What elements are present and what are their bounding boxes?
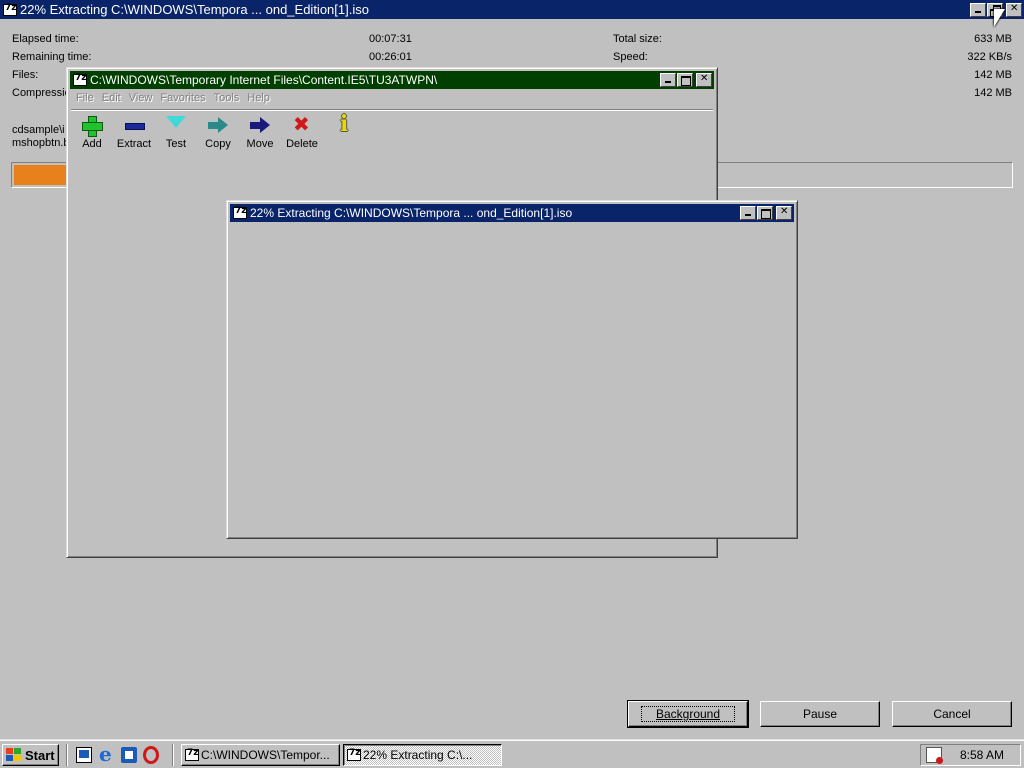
taskbar-item-label: C:\WINDOWS\Tempor... (201, 748, 330, 762)
move-button[interactable]: Move (239, 114, 281, 150)
test-icon (164, 114, 188, 136)
delete-icon (290, 112, 314, 136)
menu-bar: File Edit View Favorites Tools Help (73, 92, 275, 104)
copy-button[interactable]: Copy (197, 114, 239, 150)
taskbar: Start C:\WINDOWS\Tempor... 22% Extractin… (0, 740, 1024, 768)
system-tray: 8:58 AM (920, 744, 1021, 766)
menu-tools[interactable]: Tools (211, 92, 245, 104)
progress-dialog-window[interactable]: 22% Extracting C:\WINDOWS\Tempora ... on… (226, 200, 798, 539)
background-button-label: Background (640, 706, 736, 722)
current-file-line-2: mshopbtn.b (12, 137, 70, 149)
7zip-app-icon[interactable] (3, 3, 17, 16)
file-manager-titlebar[interactable]: C:\WINDOWS\Temporary Internet Files\Cont… (70, 71, 714, 89)
pause-button[interactable]: Pause (760, 701, 880, 727)
7zip-app-icon[interactable] (73, 73, 87, 86)
internet-explorer-icon[interactable] (98, 742, 114, 766)
move-label: Move (246, 138, 274, 150)
minimize-button[interactable] (740, 206, 756, 220)
maximize-button[interactable] (677, 73, 693, 87)
taskbar-separator (172, 744, 174, 766)
remaining-time-value: 00:26:01 (369, 51, 412, 63)
extract-icon (122, 114, 146, 136)
cancel-button[interactable]: Cancel (892, 701, 1012, 727)
files-value: 142 MB (974, 69, 1012, 81)
menu-edit[interactable]: Edit (99, 92, 126, 104)
clock[interactable]: 8:58 AM (960, 748, 1004, 762)
close-button[interactable] (696, 73, 712, 87)
start-button[interactable]: Start (2, 744, 59, 766)
progress-dialog-title: 22% Extracting C:\WINDOWS\Tempora ... on… (250, 206, 573, 220)
minimize-button[interactable] (660, 73, 676, 87)
copy-icon (206, 114, 230, 136)
current-file-line-1: cdsample\i (12, 124, 65, 136)
progress-dialog-titlebar[interactable]: 22% Extracting C:\WINDOWS\Tempora ... on… (230, 204, 794, 222)
main-window-title: 22% Extracting C:\WINDOWS\Tempora ... on… (20, 2, 369, 17)
info-icon (332, 111, 356, 137)
channels-icon[interactable] (121, 747, 137, 763)
speed-value: 322 KB/s (967, 51, 1012, 63)
mouse-cursor-icon (994, 9, 1005, 27)
test-button[interactable]: Test (155, 114, 197, 150)
pause-button-label: Pause (802, 707, 838, 721)
files-label: Files: (12, 69, 39, 81)
elapsed-time-label: Elapsed time: (12, 33, 79, 45)
menu-help[interactable]: Help (244, 92, 275, 104)
menu-view[interactable]: View (126, 92, 158, 104)
compression-value: 142 MB (974, 87, 1012, 99)
delete-label: Delete (286, 138, 318, 150)
test-label: Test (165, 138, 187, 150)
menu-file[interactable]: File (73, 92, 99, 104)
extract-label: Extract (116, 138, 152, 150)
cancel-button-label: Cancel (933, 707, 971, 721)
extract-button[interactable]: Extract (113, 114, 155, 150)
menu-divider (71, 109, 713, 111)
taskbar-item-file-manager[interactable]: C:\WINDOWS\Tempor... (181, 744, 340, 766)
elapsed-time-value: 00:07:31 (369, 33, 412, 45)
taskbar-item-extracting[interactable]: 22% Extracting C:\... (343, 744, 502, 766)
minimize-button[interactable] (970, 2, 986, 17)
delete-button[interactable]: Delete (281, 112, 323, 150)
add-icon (80, 114, 104, 137)
total-size-label: Total size: (613, 33, 662, 45)
taskbar-separator (66, 744, 68, 766)
add-button[interactable]: Add (71, 114, 113, 150)
close-button[interactable] (776, 206, 792, 220)
total-size-value: 633 MB (974, 33, 1012, 45)
speed-label: Speed: (613, 51, 648, 63)
start-label: Start (25, 747, 55, 763)
maximize-button[interactable] (757, 206, 773, 220)
add-label: Add (82, 138, 102, 150)
info-button[interactable] (323, 111, 365, 150)
taskbar-item-label: 22% Extracting C:\... (363, 748, 473, 762)
move-icon (248, 114, 272, 136)
7zip-app-icon[interactable] (233, 206, 247, 219)
copy-label: Copy (205, 138, 231, 150)
main-window-titlebar[interactable]: 22% Extracting C:\WINDOWS\Tempora ... on… (0, 0, 1024, 19)
opera-icon[interactable] (143, 746, 159, 764)
toolbar: Add Extract Test Copy Move Delete (71, 111, 365, 150)
close-button[interactable] (1006, 2, 1022, 17)
file-manager-title: C:\WINDOWS\Temporary Internet Files\Cont… (90, 73, 438, 87)
background-button[interactable]: Background (627, 700, 749, 728)
7zip-app-icon (347, 748, 361, 761)
windows-logo-icon (6, 748, 22, 762)
remaining-time-label: Remaining time: (12, 51, 92, 63)
show-desktop-icon[interactable] (76, 747, 92, 763)
compression-label: Compressio (12, 87, 71, 99)
7zip-app-icon (185, 748, 199, 761)
scheduler-tray-icon[interactable] (926, 747, 943, 764)
menu-favorites[interactable]: Favorites (157, 92, 210, 104)
